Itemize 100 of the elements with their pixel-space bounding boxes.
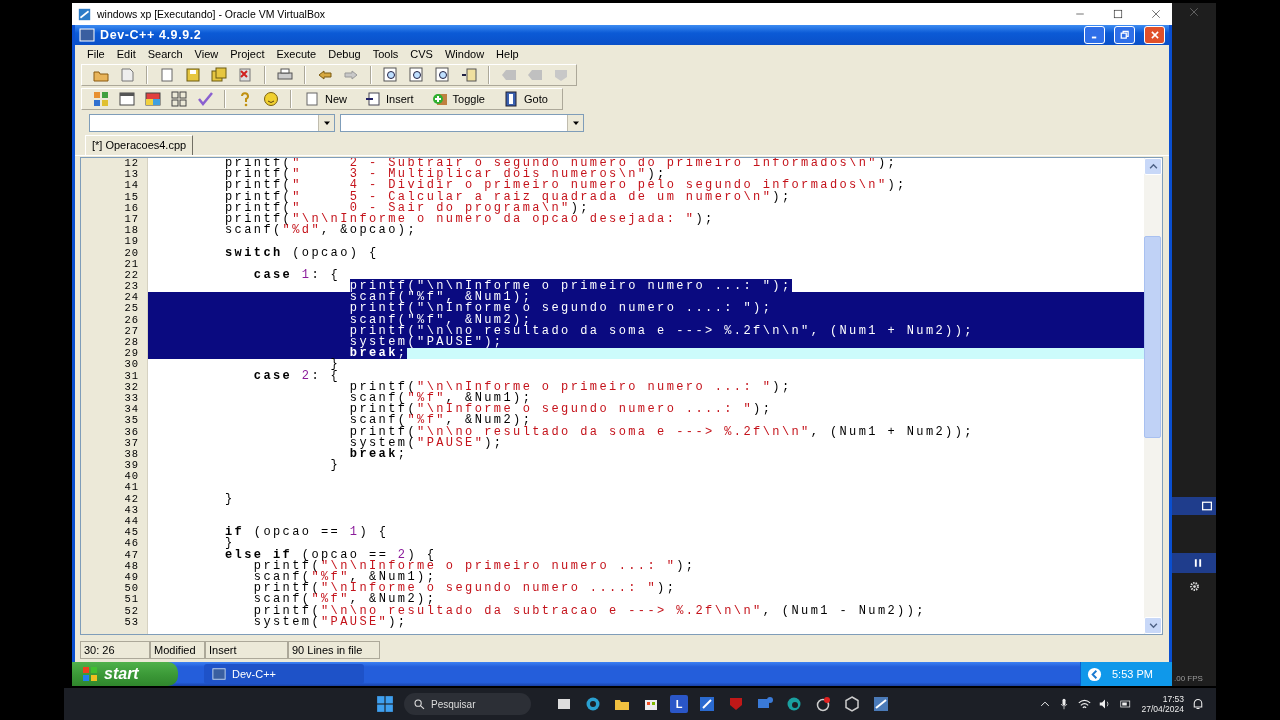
line-number: 26 (123, 314, 140, 326)
toolbar-button[interactable]: Toggle (429, 89, 493, 109)
menu-item[interactable]: Edit (110, 48, 142, 60)
scroll-up-button[interactable] (1144, 158, 1162, 175)
line-number: 28 (123, 337, 140, 349)
line-number: 14 (123, 180, 140, 192)
line-number: 31 (123, 370, 140, 382)
code-line: printf("\n\no resultado da subtracao e ---> %.2f\n\n", (Num1 - Num2)); (252, 605, 927, 617)
line-number: 44 (123, 516, 140, 528)
file-tab[interactable]: [*] Operacoes4.cpp (85, 135, 194, 155)
status-text: 30: 26 (80, 641, 150, 659)
minimize-button[interactable] (1084, 26, 1105, 44)
restore-button[interactable] (1114, 26, 1135, 44)
clock: 17:53 (1162, 694, 1184, 704)
taskbar-button[interactable]: Dev-C++ (204, 664, 364, 684)
document-icon (119, 67, 135, 83)
code-line: printf(" 0 - Sair do programa\n"); (224, 202, 590, 214)
line-number: 27 (123, 325, 140, 337)
line-number: 30 (123, 359, 140, 371)
code-line: } (329, 359, 342, 371)
line-number: 21 (123, 258, 140, 270)
line-number: 35 (123, 415, 140, 427)
line-number: 13 (123, 169, 140, 181)
maximize-icon (1113, 9, 1123, 19)
toolbar-button[interactable]: Goto (500, 89, 556, 109)
menu-item[interactable]: Tools (366, 48, 405, 60)
app-logo-icon (79, 27, 95, 43)
bell-icon[interactable] (1192, 698, 1204, 710)
toolbar-icon-button[interactable] (408, 66, 426, 84)
circle-icon (815, 696, 831, 712)
toolbar-icon-button[interactable] (382, 66, 400, 84)
start-button[interactable] (375, 694, 395, 714)
squares-icon (171, 91, 187, 107)
restore-icon (1119, 30, 1130, 40)
gear-icon[interactable] (1188, 581, 1200, 592)
browser-icon (786, 696, 802, 712)
dropdown-arrow-icon (571, 119, 580, 127)
chevron-icon[interactable] (1087, 666, 1102, 682)
checkmark-icon (197, 91, 213, 107)
search-field[interactable]: Pesquisar (404, 693, 531, 715)
menu-item[interactable]: Execute (270, 48, 323, 60)
date: 27/04/2024 (1141, 704, 1184, 714)
code-line: printf(" 4 - Dividir o primeiro numero pelo segundo informados\n"); (224, 180, 908, 192)
tag-icon (527, 67, 543, 83)
line-number: 51 (123, 594, 140, 606)
menu-item[interactable]: Search (141, 48, 189, 60)
menu-item[interactable]: View (188, 48, 225, 60)
dropdown-arrow-icon (322, 119, 331, 127)
line-number: 32 (123, 381, 140, 393)
badge-icon (553, 67, 569, 83)
close-button[interactable] (1144, 26, 1165, 44)
toolbar-icon-button[interactable] (144, 90, 162, 108)
toolbar-button[interactable]: Insert (363, 89, 422, 109)
menu-item[interactable]: File (81, 48, 111, 60)
line-number: 40 (123, 471, 140, 483)
close-icon (1151, 9, 1161, 19)
code-line: printf("\n\nInforme o primeiro numero ...: "); (348, 381, 793, 393)
line-number: 25 (123, 303, 140, 315)
code-line: } (224, 538, 235, 550)
class-dropdown[interactable] (89, 114, 335, 132)
app-logo-icon (212, 667, 226, 681)
code-line: printf(" 5 - Calcular a raiz quadrada de um numero\n"); (224, 191, 793, 203)
wifi-icon[interactable] (1078, 697, 1092, 711)
plus-icon (431, 91, 448, 107)
start-button[interactable]: start (72, 662, 178, 686)
line-number: 37 (123, 437, 140, 449)
window-icon[interactable] (1202, 501, 1212, 511)
search-icon (414, 698, 425, 710)
toolbar-icon-button[interactable] (118, 90, 136, 108)
taskbar-app-icon[interactable] (842, 694, 862, 714)
scrollbar[interactable] (1144, 158, 1162, 634)
menu-item[interactable]: Window (438, 48, 491, 60)
menu-item[interactable]: CVS (404, 48, 439, 60)
line-number: 20 (123, 247, 140, 259)
globe-icon (585, 696, 601, 712)
toolbar-icon-button[interactable] (460, 66, 478, 84)
code-line: system("PAUSE"); (348, 437, 505, 449)
document-icon (159, 67, 175, 83)
windows-logo-icon (376, 695, 394, 713)
document-x-icon (237, 67, 253, 83)
line-number: 17 (123, 213, 140, 226)
member-dropdown[interactable] (340, 114, 584, 132)
taskbar-app-icon[interactable]: L (670, 695, 688, 713)
menu-item[interactable]: Project (224, 48, 271, 60)
right-arrow-icon (343, 67, 359, 83)
pause-icon[interactable] (1193, 558, 1203, 568)
close-icon[interactable] (1189, 7, 1199, 17)
scrollbar-thumb[interactable] (1144, 236, 1161, 438)
close-icon (1149, 30, 1160, 40)
taskbar-app-icon[interactable] (697, 694, 717, 714)
chevron-up-icon[interactable] (1040, 699, 1051, 709)
toolbar-button[interactable]: New (302, 89, 355, 109)
menu-item[interactable]: Help (490, 48, 525, 60)
menu-item[interactable]: Debug (322, 48, 367, 60)
code-line: switch (opcao) { (224, 247, 380, 259)
toolbar-icon-button[interactable] (434, 66, 452, 84)
scroll-down-button[interactable] (1144, 617, 1162, 634)
printer-icon (277, 67, 293, 83)
line-number: 47 (123, 549, 140, 561)
tiles-icon (145, 91, 161, 107)
